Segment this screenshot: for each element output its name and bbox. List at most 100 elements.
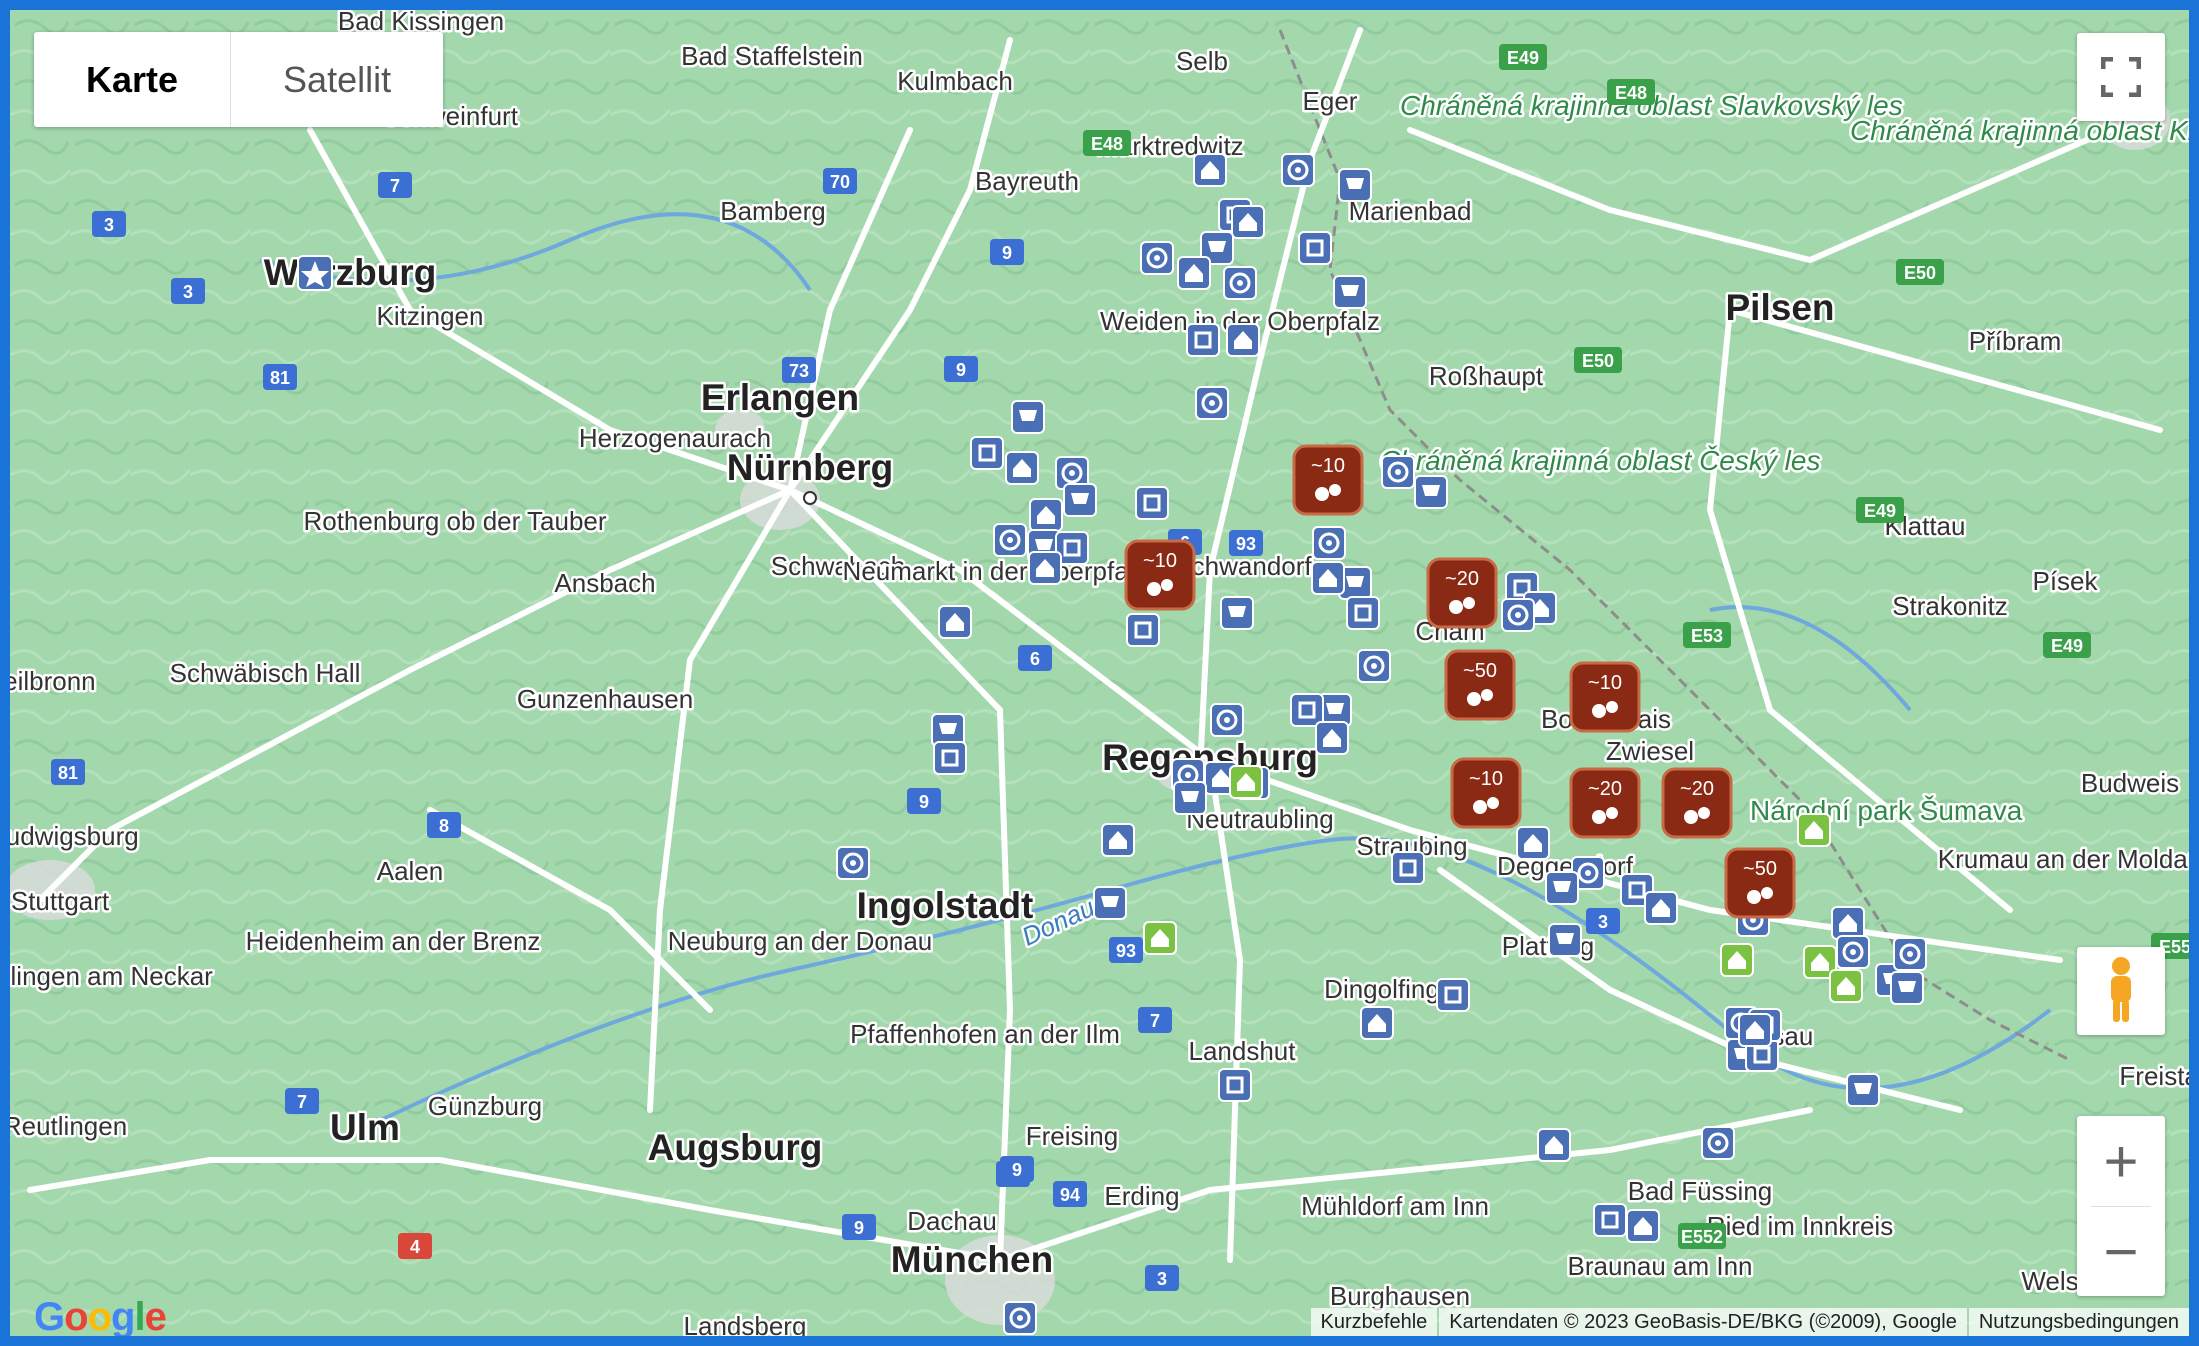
poi-marker[interactable] — [1738, 1013, 1772, 1047]
keyboard-shortcuts-link[interactable]: Kurzbefehle — [1310, 1308, 1438, 1336]
road-shield: 70 — [823, 168, 857, 194]
cluster-marker[interactable]: ~10 — [1569, 661, 1641, 733]
poi-marker[interactable] — [1028, 551, 1062, 585]
poi-marker[interactable] — [1333, 275, 1367, 309]
poi-marker[interactable] — [1126, 613, 1160, 647]
poi-marker[interactable] — [1414, 475, 1448, 509]
poi-marker[interactable] — [970, 436, 1004, 470]
city-label: Schwäbisch Hall — [170, 658, 361, 688]
poi-marker[interactable] — [938, 605, 972, 639]
cart-icon — [1228, 606, 1246, 617]
poi-marker[interactable] — [1140, 241, 1174, 275]
city-label: Heilbronn — [10, 666, 96, 696]
map-canvas[interactable]: Chráněná krajinná oblast Slavkovský les … — [10, 10, 2189, 1336]
poi-marker[interactable] — [1177, 256, 1211, 290]
street-view-pegman-button[interactable] — [2077, 947, 2165, 1035]
poi-marker[interactable] — [1218, 1068, 1252, 1102]
poi-marker[interactable] — [1545, 871, 1579, 905]
poi-marker[interactable] — [1011, 400, 1045, 434]
poi-marker[interactable] — [1005, 451, 1039, 485]
poi-marker[interactable] — [1357, 649, 1391, 683]
poi-marker[interactable] — [1173, 781, 1207, 815]
svg-text:E49: E49 — [1507, 48, 1539, 68]
poi-marker[interactable] — [1831, 906, 1865, 940]
poi-marker[interactable] — [1101, 823, 1135, 857]
green-poi-marker[interactable] — [1720, 943, 1754, 977]
poi-marker[interactable] — [1360, 1006, 1394, 1040]
cluster-marker[interactable]: ~50 — [1724, 847, 1796, 919]
city-label: Písek — [2032, 566, 2098, 596]
poi-marker[interactable] — [1220, 596, 1254, 630]
zoom-in-button[interactable]: + — [2077, 1117, 2165, 1206]
svg-text:8: 8 — [439, 816, 449, 836]
poi-marker[interactable] — [1890, 971, 1924, 1005]
poi-marker[interactable] — [1311, 561, 1345, 595]
poi-marker[interactable] — [1893, 937, 1927, 971]
city-label: Rothenburg ob der Tauber — [303, 506, 606, 536]
map-type-satellite-button[interactable]: Satellit — [230, 32, 443, 127]
poi-marker[interactable] — [1436, 978, 1470, 1012]
cluster-marker[interactable]: ~20 — [1426, 557, 1498, 629]
map-attribution: Kartendaten © 2023 GeoBasis-DE/BKG (©200… — [1439, 1308, 1967, 1336]
poi-marker[interactable] — [1298, 231, 1332, 265]
fullscreen-button[interactable] — [2077, 33, 2165, 121]
poi-marker[interactable] — [933, 741, 967, 775]
poi-marker[interactable] — [1231, 205, 1265, 239]
cluster-marker[interactable]: ~10 — [1292, 444, 1364, 516]
poi-marker[interactable] — [1381, 455, 1415, 489]
cluster-marker[interactable]: ~20 — [1569, 767, 1641, 839]
poi-marker[interactable] — [1338, 168, 1372, 202]
poi-marker[interactable] — [1290, 693, 1324, 727]
city-label: Neutraubling — [1186, 804, 1333, 834]
green-poi-marker[interactable] — [1797, 813, 1831, 847]
city-label: Gunzenhausen — [517, 684, 693, 714]
green-poi-marker[interactable] — [1829, 969, 1863, 1003]
cluster-marker[interactable]: ~50 — [1444, 649, 1516, 721]
poi-marker[interactable] — [1593, 1203, 1627, 1237]
cart-icon — [1208, 241, 1226, 252]
poi-marker[interactable] — [1003, 1301, 1037, 1335]
green-poi-marker[interactable] — [1229, 765, 1263, 799]
cart-icon — [1898, 981, 1916, 992]
favorite-poi-marker[interactable] — [297, 255, 333, 291]
svg-text:9: 9 — [1012, 1160, 1022, 1180]
poi-marker[interactable] — [993, 523, 1027, 557]
cluster-dots-icon — [1684, 810, 1698, 824]
poi-marker[interactable] — [1626, 1209, 1660, 1243]
poi-marker[interactable] — [1537, 1128, 1571, 1162]
poi-marker[interactable] — [1210, 703, 1244, 737]
poi-marker[interactable] — [1312, 526, 1346, 560]
poi-marker[interactable] — [1548, 923, 1582, 957]
poi-marker[interactable] — [1281, 153, 1315, 187]
poi-marker[interactable] — [1346, 596, 1380, 630]
poi-marker[interactable] — [1193, 153, 1227, 187]
poi-marker[interactable] — [1501, 598, 1535, 632]
poi-marker[interactable] — [1315, 721, 1349, 755]
green-poi-marker[interactable] — [1143, 921, 1177, 955]
poi-marker[interactable] — [1391, 851, 1425, 885]
poi-marker[interactable] — [1226, 323, 1260, 357]
cluster-count: ~10 — [1588, 672, 1622, 694]
poi-marker[interactable] — [836, 846, 870, 880]
poi-marker[interactable] — [1029, 498, 1063, 532]
poi-marker[interactable] — [1516, 826, 1550, 860]
zoom-out-button[interactable]: − — [2077, 1207, 2165, 1296]
poi-marker[interactable] — [1195, 386, 1229, 420]
road-shield: 8 — [427, 812, 461, 838]
poi-marker[interactable] — [1063, 483, 1097, 517]
cluster-marker[interactable]: ~10 — [1124, 539, 1196, 611]
cluster-marker[interactable]: ~10 — [1450, 757, 1522, 829]
terms-link[interactable]: Nutzungsbedingungen — [1968, 1308, 2189, 1336]
map-type-karte-button[interactable]: Karte — [34, 32, 230, 127]
poi-marker[interactable] — [1836, 935, 1870, 969]
city-label: Braunau am Inn — [1567, 1251, 1752, 1281]
poi-marker[interactable] — [1701, 1126, 1735, 1160]
cluster-count: ~10 — [1143, 550, 1177, 572]
poi-marker[interactable] — [1644, 891, 1678, 925]
poi-marker[interactable] — [1846, 1073, 1880, 1107]
poi-marker[interactable] — [1135, 486, 1169, 520]
poi-marker[interactable] — [1093, 886, 1127, 920]
poi-marker[interactable] — [1223, 266, 1257, 300]
cluster-marker[interactable]: ~20 — [1661, 767, 1733, 839]
poi-marker[interactable] — [1186, 323, 1220, 357]
